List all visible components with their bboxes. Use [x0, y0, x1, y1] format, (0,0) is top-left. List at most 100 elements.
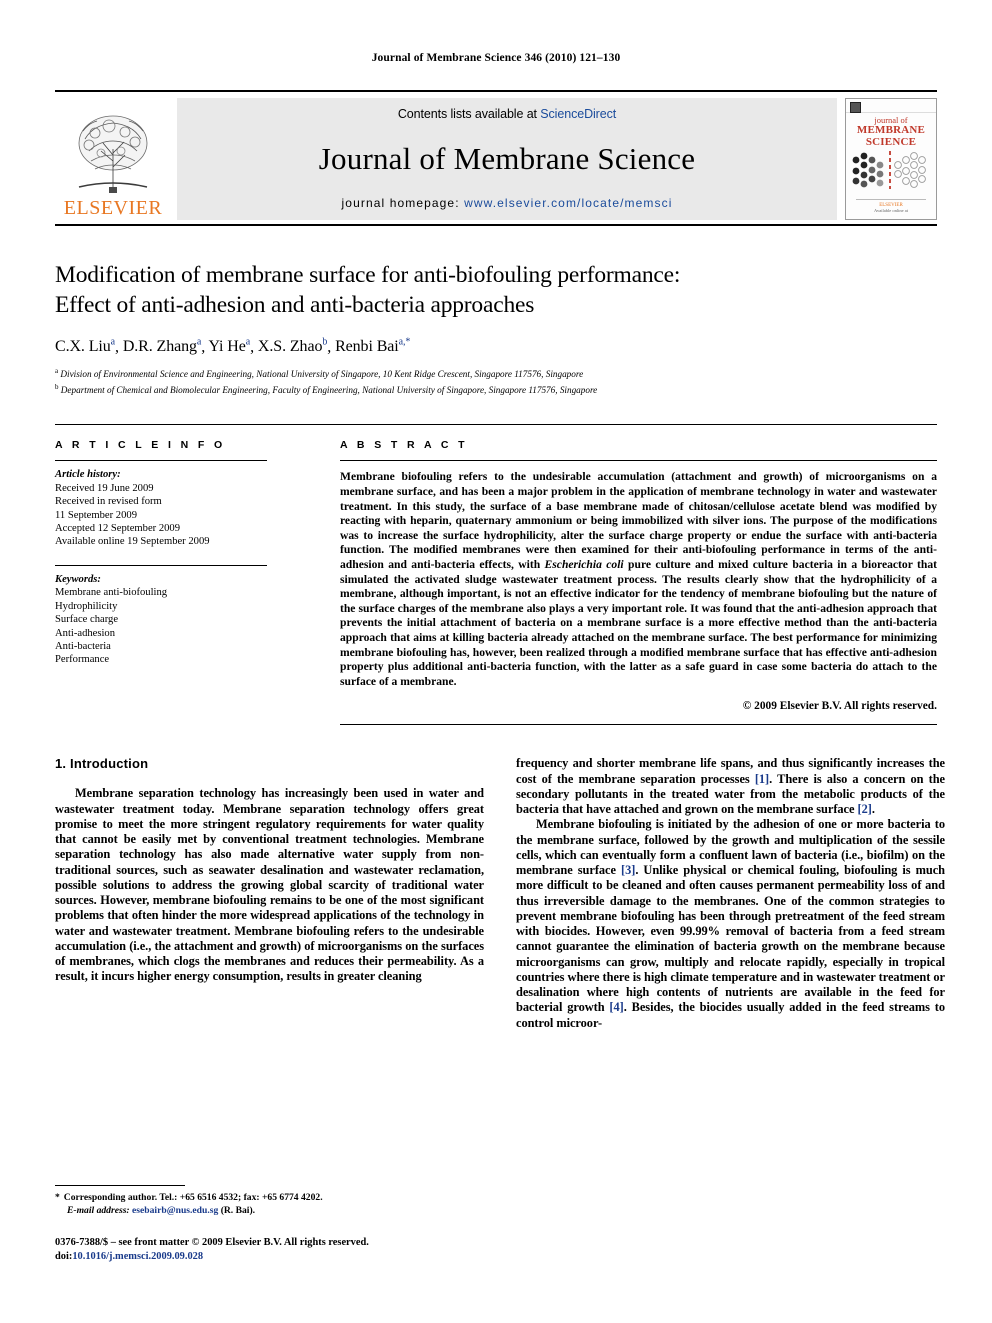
elsevier-wordmark: ELSEVIER	[63, 197, 163, 219]
issn-line: 0376-7388/$ – see front matter © 2009 El…	[55, 1237, 369, 1248]
contents-list-line: Contents lists available at ScienceDirec…	[398, 107, 616, 121]
cover-divider	[856, 199, 926, 200]
corresponding-author-text: Corresponding author. Tel.: +65 6516 453…	[63, 1192, 323, 1204]
affiliation-item: b Department of Chemical and Biomolecula…	[55, 381, 937, 397]
journal-cover-thumbnail: journal of MEMBRANE SCIENCE ELSEVIER Ava…	[845, 98, 937, 220]
paper-page: Journal of Membrane Science 346 (2010) 1…	[0, 0, 992, 1323]
article-title-line2: Effect of anti-adhesion and anti-bacteri…	[55, 292, 535, 318]
author-name: C.X. Liu	[55, 338, 111, 356]
article-info-heading: A R T I C L E I N F O	[55, 439, 226, 452]
author-affil-marker: b	[322, 337, 328, 348]
keyword-item: Anti-bacteria	[55, 640, 111, 652]
cover-availability-label: Available online at	[874, 208, 908, 213]
cover-line-membrane: MEMBRANE	[856, 124, 926, 136]
journal-homepage-line: journal homepage: www.elsevier.com/locat…	[342, 196, 673, 210]
title-block: Modification of membrane surface for ant…	[55, 260, 937, 396]
keywords-label: Keywords:	[55, 573, 101, 585]
running-head: Journal of Membrane Science 346 (2010) 1…	[371, 52, 621, 64]
journal-masthead: ELSEVIER Contents lists available at Sci…	[55, 90, 937, 220]
article-history-label: Article history:	[55, 469, 121, 481]
affiliation-item: a Division of Environmental Science and …	[55, 365, 937, 381]
paragraph-text: . Unlike physical or chemical fouling, b…	[516, 863, 946, 1015]
history-line: Received 19 June 2009	[55, 482, 154, 494]
introduction-heading: 1. Introduction	[55, 756, 149, 772]
affiliation-list: a Division of Environmental Science and …	[55, 365, 937, 396]
email-owner: (R. Bai).	[220, 1204, 256, 1216]
cover-badge-icon	[850, 102, 861, 113]
paragraph: Membrane separation technology has incre…	[55, 786, 484, 984]
journal-title: Journal of Membrane Science	[318, 140, 696, 176]
body-column-left: 1. Introduction Membrane separation tech…	[55, 756, 484, 1031]
doi-link[interactable]: 10.1016/j.memsci.2009.09.028	[72, 1251, 203, 1262]
affiliation-text: Division of Environmental Science and En…	[60, 369, 584, 380]
sciencedirect-link[interactable]: ScienceDirect	[540, 107, 616, 121]
article-history-block: Article history: Received 19 June 2009 R…	[55, 461, 267, 548]
info-abstract-section: A R T I C L E I N F O Article history: R…	[55, 424, 937, 726]
abstract-text: Membrane biofouling refers to the undesi…	[340, 461, 937, 689]
abstract-column: A B S T R A C T Membrane biofouling refe…	[295, 425, 937, 726]
author-item-corresponding[interactable]: Renbi Baia,*	[335, 337, 411, 356]
author-affil-marker: a	[196, 337, 202, 348]
article-title: Modification of membrane surface for ant…	[55, 260, 937, 320]
author-name: Renbi Bai	[335, 338, 399, 356]
keyword-item: Performance	[55, 654, 110, 666]
history-line: Available online 19 September 2009	[55, 536, 210, 548]
contents-prefix: Contents lists available at	[397, 107, 541, 121]
abstract-copyright: © 2009 Elsevier B.V. All rights reserved…	[742, 700, 937, 713]
journal-banner: Contents lists available at ScienceDirec…	[177, 98, 837, 220]
cover-line-science: SCIENCE	[865, 136, 917, 148]
citation-link[interactable]: [3]	[621, 863, 635, 877]
page-footer: * Corresponding author. Tel.: +65 6516 45…	[55, 1185, 484, 1263]
keywords-list: Keywords: Membrane anti-biofouling Hydro…	[55, 573, 267, 667]
keyword-item: Membrane anti-biofouling	[55, 587, 168, 599]
article-title-line1: Modification of membrane surface for ant…	[55, 262, 681, 288]
keyword-item: Anti-adhesion	[55, 627, 116, 639]
author-name: D.R. Zhang	[122, 338, 197, 356]
paragraph: Membrane biofouling is initiated by the …	[516, 817, 945, 1031]
abstract-text-part1: Membrane biofouling refers to the undesi…	[340, 470, 937, 572]
citation-link[interactable]: [1]	[755, 772, 769, 786]
email-label: E-mail address:	[67, 1204, 130, 1216]
citation-link[interactable]: [4]	[609, 1000, 623, 1014]
author-item[interactable]: D.R. Zhanga	[122, 337, 202, 356]
author-affil-marker: a	[110, 337, 115, 348]
author-list: C.X. Liua, D.R. Zhanga, Yi Hea, X.S. Zha…	[55, 337, 411, 356]
masthead-bottom-rule	[55, 224, 937, 226]
keyword-item: Surface charge	[55, 614, 119, 626]
author-affil-marker: a	[245, 337, 251, 348]
author-item[interactable]: Yi Hea	[208, 337, 251, 356]
homepage-label: journal homepage:	[341, 196, 465, 210]
author-name: Yi He	[208, 338, 246, 356]
author-item[interactable]: X.S. Zhaob	[257, 337, 328, 356]
author-item[interactable]: C.X. Liua	[55, 337, 115, 356]
elsevier-logo: ELSEVIER	[55, 98, 171, 220]
keywords-block: Keywords: Membrane anti-biofouling Hydro…	[55, 564, 267, 667]
elsevier-tree-icon	[78, 115, 148, 193]
author-name: X.S. Zhao	[257, 338, 323, 356]
affiliation-text: Department of Chemical and Biomolecular …	[60, 384, 598, 395]
abstract-heading: A B S T R A C T	[340, 439, 468, 452]
keyword-item: Hydrophilicity	[55, 600, 118, 612]
paragraph-text: .	[871, 802, 875, 817]
doi-label: doi:	[55, 1250, 73, 1262]
cover-footer: ELSEVIER Available online at	[856, 199, 926, 213]
corresponding-author-marker: *	[55, 1192, 60, 1204]
cover-molecule-art	[852, 151, 926, 189]
author-affil-marker-corresponding: a,*	[398, 337, 411, 348]
paragraph: frequency and shorter membrane life span…	[516, 756, 945, 817]
abstract-text-part2: pure culture and mixed culture bacteria …	[340, 558, 937, 688]
imprint-block: 0376-7388/$ – see front matter © 2009 El…	[55, 1236, 484, 1263]
history-line: Received in revised form	[55, 496, 162, 508]
abstract-bottom-rule	[340, 724, 937, 726]
history-line: 11 September 2009	[55, 509, 137, 521]
body-columns: 1. Introduction Membrane separation tech…	[55, 756, 945, 1031]
body-column-right: frequency and shorter membrane life span…	[516, 756, 945, 1031]
email-link[interactable]: esebairb@nus.edu.sg	[132, 1205, 218, 1216]
corresponding-author-note: * Corresponding author. Tel.: +65 6516 45…	[55, 1192, 484, 1217]
footnote-rule	[55, 1185, 185, 1187]
affiliation-marker: a	[55, 367, 59, 376]
article-info-column: A R T I C L E I N F O Article history: R…	[55, 425, 295, 725]
citation-link[interactable]: [2]	[858, 802, 872, 816]
abstract-species-name: Escherichia coli	[544, 558, 624, 572]
homepage-url-link[interactable]: www.elsevier.com/locate/memsci	[464, 196, 672, 210]
